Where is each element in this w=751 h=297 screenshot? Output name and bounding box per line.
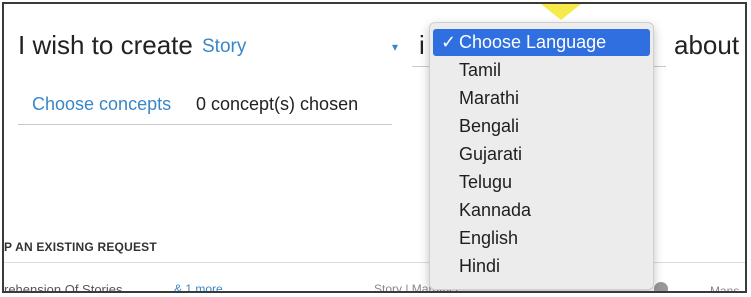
language-option-english[interactable]: English — [433, 225, 650, 252]
chevron-down-icon[interactable]: ▾ — [392, 40, 398, 54]
language-option-tamil[interactable]: Tamil — [433, 57, 650, 84]
app-frame: I wish to create Story ▾ i ▾ about Choos… — [2, 2, 747, 293]
language-option-kannada[interactable]: Kannada — [433, 197, 650, 224]
highlight-pointer-icon — [541, 4, 581, 20]
in-text: i — [419, 30, 425, 60]
concepts-count: 0 concept(s) chosen — [196, 94, 359, 114]
check-icon: ✓ — [441, 32, 457, 52]
language-option-bengali[interactable]: Bengali — [433, 113, 650, 140]
intro-text: I wish to create — [18, 30, 193, 60]
language-option-marathi[interactable]: Marathi — [433, 85, 650, 112]
language-option-hindi[interactable]: Hindi — [433, 253, 650, 280]
request-row-more-link[interactable]: & 1 more — [174, 282, 223, 291]
concepts-underline — [18, 124, 392, 125]
choose-concepts-link[interactable]: Choose concepts — [32, 94, 171, 115]
request-row-title[interactable]: rehension Of Stories — [4, 282, 123, 291]
story-type-select[interactable]: Story — [202, 36, 246, 58]
language-dropdown[interactable]: ✓ Choose Language Tamil Marathi Bengali G… — [429, 22, 654, 290]
language-option-gujarati[interactable]: Gujarati — [433, 141, 650, 168]
about-text: about — [674, 30, 740, 60]
avatar — [654, 282, 668, 291]
existing-request-heading: P AN EXISTING REQUEST — [4, 240, 157, 254]
language-option-telugu[interactable]: Telugu — [433, 169, 650, 196]
language-option-choose-language[interactable]: ✓ Choose Language — [433, 29, 650, 56]
language-option-label: Choose Language — [459, 32, 607, 52]
request-row-owner: Mans — [710, 284, 740, 293]
